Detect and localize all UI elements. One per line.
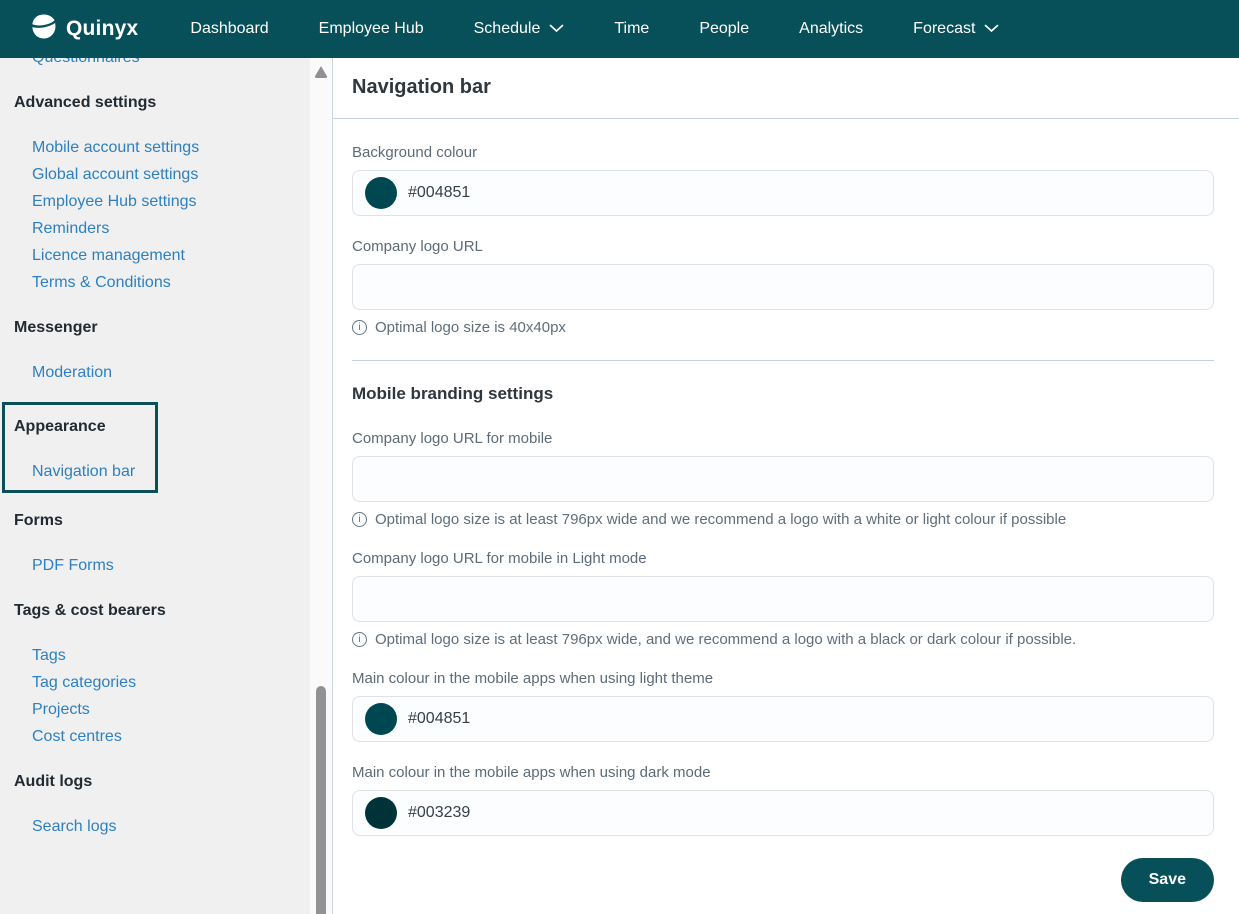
sidebar-section-advanced-settings: Advanced settings <box>14 89 310 116</box>
color-swatch[interactable] <box>365 177 397 209</box>
field-label: Main colour in the mobile apps when usin… <box>352 764 1214 781</box>
sidebar-item-moderation[interactable]: Moderation <box>14 359 310 386</box>
nav-item-label: People <box>699 20 749 38</box>
field-label: Company logo URL for mobile <box>352 430 1214 447</box>
sidebar-section-tags-cost-bearers: Tags & cost bearers <box>14 597 310 624</box>
field-logo-url-mobile: Company logo URL for mobile i Optimal lo… <box>352 430 1214 528</box>
background-colour-input[interactable] <box>352 170 1214 216</box>
section-divider <box>352 360 1214 361</box>
sidebar-item-tag-categories[interactable]: Tag categories <box>14 669 310 696</box>
top-nav-items: Dashboard Employee Hub Schedule Time Peo… <box>190 20 999 38</box>
field-main-colour-light: Main colour in the mobile apps when usin… <box>352 670 1214 742</box>
chevron-down-icon <box>984 20 999 38</box>
quinyx-brand[interactable]: Quinyx <box>30 13 138 45</box>
field-main-colour-dark: Main colour in the mobile apps when usin… <box>352 764 1214 836</box>
sidebar-item-pdf-forms[interactable]: PDF Forms <box>14 552 310 579</box>
hint-text: Optimal logo size is at least 796px wide… <box>375 631 1076 648</box>
logo-url-mobile-input[interactable] <box>352 456 1214 502</box>
scroll-up-icon[interactable] <box>314 66 328 78</box>
sidebar-item-global-account-settings[interactable]: Global account settings <box>14 161 310 188</box>
field-logo-url-mobile-light: Company logo URL for mobile in Light mod… <box>352 550 1214 648</box>
nav-item-label: Dashboard <box>190 20 268 38</box>
field-hint: i Optimal logo size is at least 796px wi… <box>352 631 1214 648</box>
sidebar-item-questionnaires[interactable]: Questionnaires <box>14 58 310 71</box>
page-title: Navigation bar <box>352 76 1214 118</box>
nav-item-analytics[interactable]: Analytics <box>799 20 863 38</box>
scrollbar-thumb[interactable] <box>316 686 326 914</box>
sidebar-section-forms: Forms <box>14 507 310 534</box>
sidebar-item-reminders[interactable]: Reminders <box>14 215 310 242</box>
main-colour-dark-value[interactable] <box>408 804 1201 822</box>
field-label: Background colour <box>352 144 1214 161</box>
sidebar-active-section-appearance: Appearance Navigation bar <box>2 402 158 493</box>
main-colour-light-value[interactable] <box>408 710 1201 728</box>
field-label: Main colour in the mobile apps when usin… <box>352 670 1214 687</box>
sidebar-item-employee-hub-settings[interactable]: Employee Hub settings <box>14 188 310 215</box>
sidebar-section-audit-logs: Audit logs <box>14 768 310 795</box>
save-button[interactable]: Save <box>1121 858 1214 902</box>
nav-item-dashboard[interactable]: Dashboard <box>190 20 268 38</box>
color-swatch[interactable] <box>365 703 397 735</box>
nav-item-label: Schedule <box>474 20 541 38</box>
sidebar-item-projects[interactable]: Projects <box>14 696 310 723</box>
color-swatch[interactable] <box>365 797 397 829</box>
brand-name: Quinyx <box>66 17 138 41</box>
nav-item-forecast[interactable]: Forecast <box>913 20 999 38</box>
hint-text: Optimal logo size is 40x40px <box>375 319 566 336</box>
mobile-branding-title: Mobile branding settings <box>352 384 1214 404</box>
nav-item-label: Forecast <box>913 20 975 38</box>
sidebar-item-cost-centres[interactable]: Cost centres <box>14 723 310 750</box>
sidebar-scrollbar <box>310 58 332 914</box>
main-colour-dark-input[interactable] <box>352 790 1214 836</box>
info-icon: i <box>352 512 367 527</box>
logo-url-mobile-light-input[interactable] <box>352 576 1214 622</box>
company-logo-url-input[interactable] <box>352 264 1214 310</box>
main-colour-light-input[interactable] <box>352 696 1214 742</box>
hint-text: Optimal logo size is at least 796px wide… <box>375 511 1066 528</box>
quinyx-logo-icon <box>30 13 57 45</box>
sidebar-section-appearance: Appearance <box>14 413 155 440</box>
top-navigation-bar: Quinyx Dashboard Employee Hub Schedule T… <box>0 0 1239 58</box>
info-icon: i <box>352 632 367 647</box>
settings-sidebar: Questionnaires Advanced settings Mobile … <box>0 58 310 914</box>
nav-item-people[interactable]: People <box>699 20 749 38</box>
nav-item-label: Employee Hub <box>319 20 424 38</box>
nav-item-employee-hub[interactable]: Employee Hub <box>319 20 424 38</box>
field-company-logo-url: Company logo URL i Optimal logo size is … <box>352 238 1214 336</box>
field-label: Company logo URL <box>352 238 1214 255</box>
sidebar-item-terms-conditions[interactable]: Terms & Conditions <box>14 269 310 296</box>
nav-item-label: Time <box>614 20 649 38</box>
chevron-down-icon <box>549 20 564 38</box>
background-colour-value[interactable] <box>408 184 1201 202</box>
sidebar-item-navigation-bar[interactable]: Navigation bar <box>14 458 155 485</box>
nav-item-time[interactable]: Time <box>614 20 649 38</box>
nav-item-schedule[interactable]: Schedule <box>474 20 565 38</box>
field-hint: i Optimal logo size is at least 796px wi… <box>352 511 1214 528</box>
field-label: Company logo URL for mobile in Light mod… <box>352 550 1214 567</box>
nav-item-label: Analytics <box>799 20 863 38</box>
sidebar-item-mobile-account-settings[interactable]: Mobile account settings <box>14 134 310 161</box>
sidebar-item-tags[interactable]: Tags <box>14 642 310 669</box>
sidebar-section-messenger: Messenger <box>14 314 310 341</box>
field-background-colour: Background colour <box>352 144 1214 216</box>
field-hint: i Optimal logo size is 40x40px <box>352 319 1214 336</box>
sidebar-item-search-logs[interactable]: Search logs <box>14 813 310 840</box>
sidebar-item-licence-management[interactable]: Licence management <box>14 242 310 269</box>
info-icon: i <box>352 320 367 335</box>
main-content: Navigation bar Background colour Company… <box>332 58 1239 914</box>
